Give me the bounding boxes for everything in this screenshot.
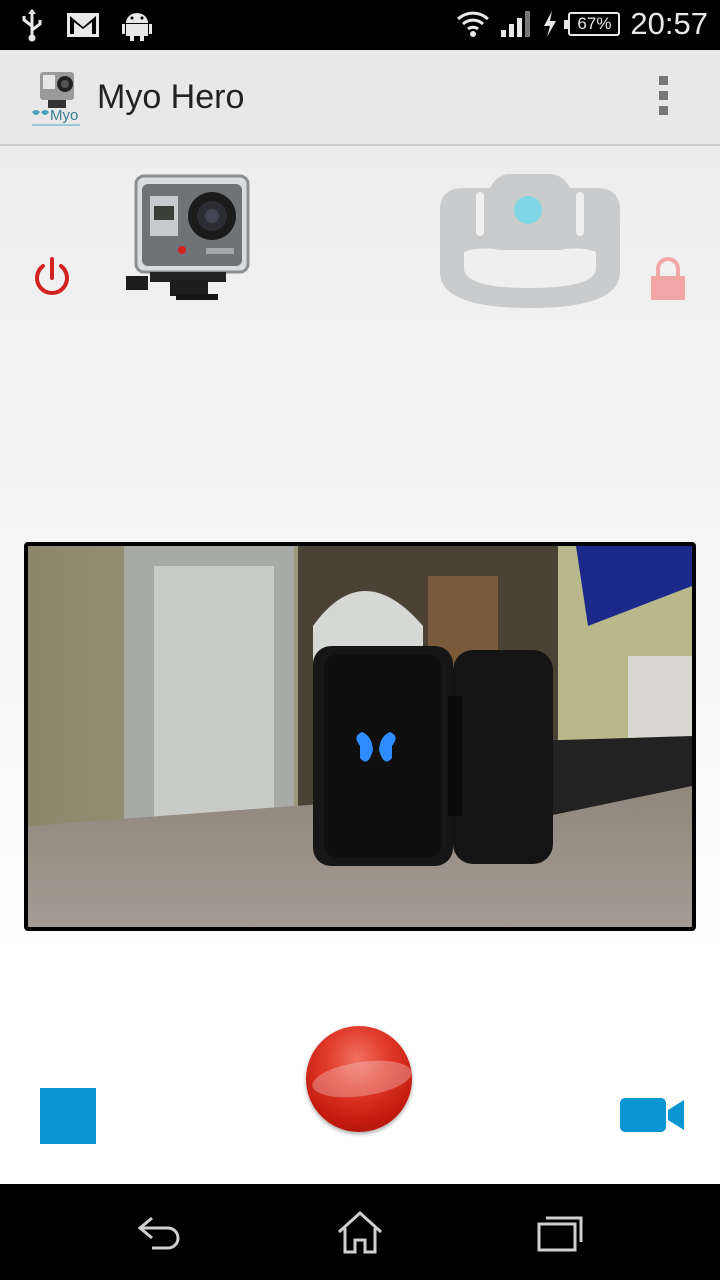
usb-icon xyxy=(22,9,42,42)
lock-icon[interactable] xyxy=(648,256,688,302)
status-right-icons: 67% 20:57 xyxy=(456,6,708,42)
svg-text:Myo: Myo xyxy=(50,107,78,124)
power-icon[interactable] xyxy=(30,256,74,300)
overflow-menu-icon[interactable] xyxy=(656,76,670,122)
battery-percent: 67% xyxy=(577,14,612,33)
main-content xyxy=(0,146,720,1184)
video-camera-icon[interactable] xyxy=(618,1096,686,1134)
back-icon[interactable] xyxy=(134,1210,184,1256)
status-bar: 67% 20:57 xyxy=(0,0,720,50)
stop-button[interactable] xyxy=(40,1088,96,1144)
record-button-shine xyxy=(310,1055,412,1103)
charging-icon xyxy=(544,11,557,37)
action-bar: Myo Myo Hero xyxy=(0,50,720,146)
preview-frame xyxy=(28,546,692,927)
home-icon[interactable] xyxy=(335,1210,385,1256)
record-button[interactable] xyxy=(306,1026,412,1132)
wifi-icon xyxy=(457,11,490,37)
recents-icon[interactable] xyxy=(536,1210,586,1256)
gopro-camera-icon[interactable] xyxy=(120,172,252,302)
signal-icon xyxy=(501,11,531,37)
status-left-icons xyxy=(20,8,152,42)
battery-icon: 67% xyxy=(564,12,621,36)
android-debug-icon xyxy=(122,13,152,41)
navigation-bar xyxy=(0,1184,720,1280)
myo-logo-icon: Myo xyxy=(32,72,80,126)
clock: 20:57 xyxy=(630,6,708,41)
app-title: Myo Hero xyxy=(97,78,245,116)
gmail-icon xyxy=(67,13,99,37)
camera-preview xyxy=(24,542,696,931)
myo-armband-icon[interactable] xyxy=(430,162,630,312)
